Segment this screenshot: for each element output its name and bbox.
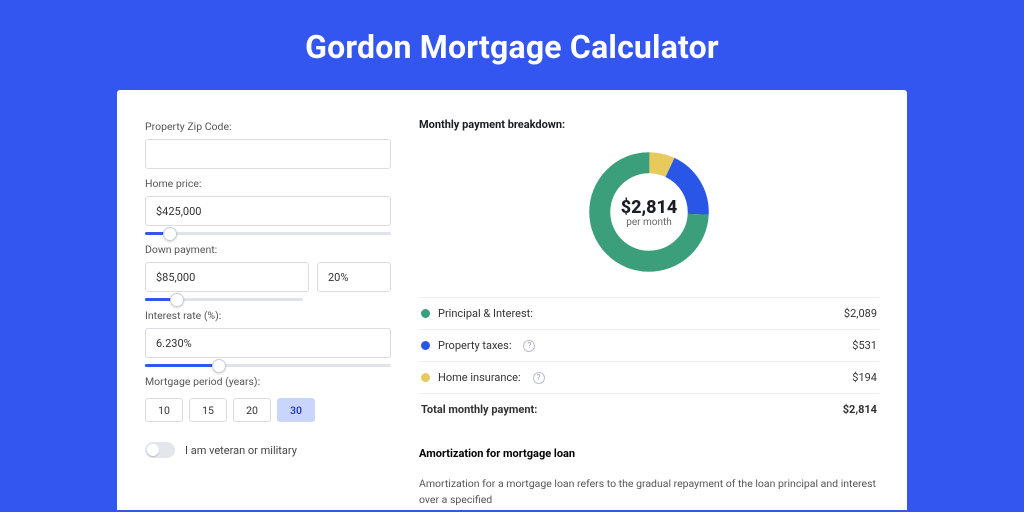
rate-input[interactable] bbox=[145, 328, 391, 358]
down-amount-input[interactable] bbox=[145, 262, 309, 292]
donut-amount: $2,814 bbox=[621, 197, 678, 218]
breakdown-title: Monthly payment breakdown: bbox=[419, 118, 879, 131]
period-option-15[interactable]: 15 bbox=[189, 398, 227, 422]
legend-row: Home insurance:? $194 bbox=[419, 362, 879, 394]
rate-slider-thumb[interactable] bbox=[212, 359, 226, 373]
zip-input[interactable] bbox=[145, 139, 391, 169]
legend-value: $2,089 bbox=[844, 307, 877, 320]
donut-sub: per month bbox=[626, 217, 672, 228]
veteran-label: I am veteran or military bbox=[185, 444, 297, 457]
period-option-30[interactable]: 30 bbox=[277, 398, 315, 422]
rate-slider[interactable] bbox=[145, 364, 391, 367]
legend-row: Principal & Interest: $2,089 bbox=[419, 298, 879, 330]
down-slider-thumb[interactable] bbox=[170, 293, 184, 307]
donut-chart: $2,814 per month bbox=[584, 147, 714, 277]
legend-label: Home insurance: bbox=[438, 371, 521, 384]
price-label: Home price: bbox=[145, 177, 391, 190]
calculator-card: Property Zip Code: Home price: Down paym… bbox=[117, 90, 907, 510]
rate-slider-fill bbox=[145, 364, 219, 367]
legend: Principal & Interest: $2,089 Property taxe… bbox=[419, 297, 879, 425]
legend-dot bbox=[421, 309, 430, 318]
period-label: Mortgage period (years): bbox=[145, 375, 391, 388]
info-icon[interactable]: ? bbox=[533, 372, 545, 384]
price-slider-thumb[interactable] bbox=[163, 227, 177, 241]
down-label: Down payment: bbox=[145, 243, 391, 256]
legend-dot bbox=[421, 341, 430, 350]
rate-label: Interest rate (%): bbox=[145, 309, 391, 322]
period-options: 10152030 bbox=[145, 398, 391, 422]
legend-label: Principal & Interest: bbox=[438, 307, 533, 320]
down-slider[interactable] bbox=[145, 298, 303, 301]
legend-row: Property taxes:? $531 bbox=[419, 330, 879, 362]
legend-total-row: Total monthly payment: $2,814 bbox=[419, 394, 879, 425]
legend-value: $194 bbox=[852, 371, 877, 384]
veteran-toggle[interactable] bbox=[145, 442, 175, 458]
price-input[interactable] bbox=[145, 196, 391, 226]
inputs-panel: Property Zip Code: Home price: Down paym… bbox=[145, 118, 391, 510]
legend-value: $531 bbox=[852, 339, 877, 352]
legend-label: Property taxes: bbox=[438, 339, 511, 352]
legend-dot bbox=[421, 373, 430, 382]
total-label: Total monthly payment: bbox=[421, 403, 537, 416]
period-option-20[interactable]: 20 bbox=[233, 398, 271, 422]
total-value: $2,814 bbox=[843, 403, 877, 416]
price-slider[interactable] bbox=[145, 232, 391, 235]
amort-title: Amortization for mortgage loan bbox=[419, 447, 879, 460]
period-option-10[interactable]: 10 bbox=[145, 398, 183, 422]
down-percent-input[interactable] bbox=[317, 262, 391, 292]
page-title: Gordon Mortgage Calculator bbox=[0, 0, 1024, 90]
breakdown-panel: Monthly payment breakdown: $2,814 per mo… bbox=[419, 118, 879, 510]
amort-body: Amortization for a mortgage loan refers … bbox=[419, 476, 879, 508]
info-icon[interactable]: ? bbox=[523, 340, 535, 352]
zip-label: Property Zip Code: bbox=[145, 120, 391, 133]
